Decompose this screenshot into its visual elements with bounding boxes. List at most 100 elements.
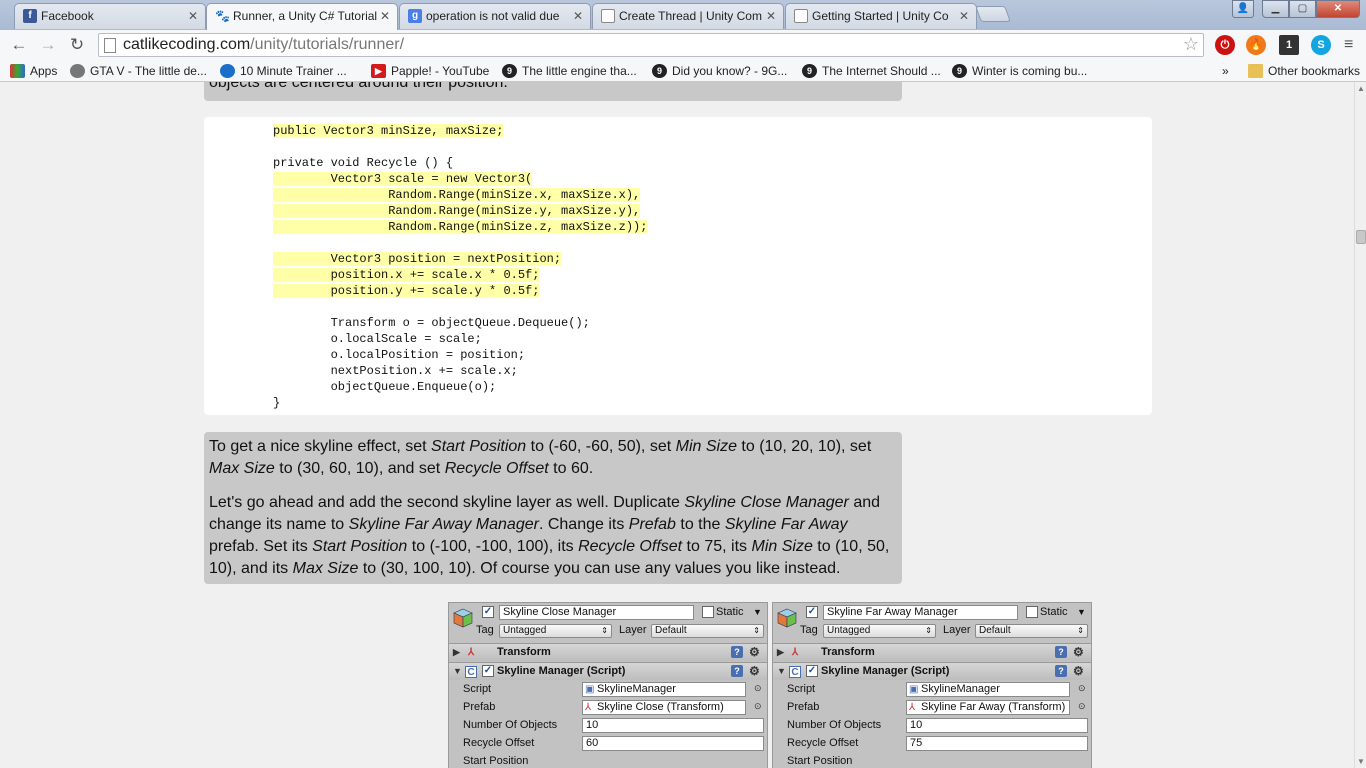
help-icon[interactable]: ? xyxy=(1055,665,1067,677)
code-line: Vector3 scale = new Vector3( xyxy=(273,172,533,186)
active-checkbox[interactable]: ✓ xyxy=(806,606,818,618)
component-title: Skyline Manager (Script) xyxy=(821,665,950,677)
minimize-button[interactable]: ▁ xyxy=(1262,0,1289,18)
user-icon[interactable]: 👤 xyxy=(1232,0,1254,18)
prefab-field[interactable]: ⅄ Skyline Close (Transform) xyxy=(582,700,746,715)
tab-create-thread[interactable]: Create Thread | Unity Com ✕ xyxy=(592,3,784,29)
page-icon xyxy=(104,38,116,53)
bookmarks-overflow-button[interactable]: » xyxy=(1222,62,1229,80)
component-enabled-checkbox[interactable]: ✓ xyxy=(806,665,818,677)
help-icon[interactable]: ? xyxy=(731,646,743,658)
window-close-button[interactable]: ✕ xyxy=(1316,0,1360,18)
tag-label: Tag xyxy=(800,624,818,636)
new-tab-button[interactable] xyxy=(975,6,1011,22)
tab-getting-started[interactable]: Getting Started | Unity Co ✕ xyxy=(785,3,977,29)
page-icon xyxy=(601,9,615,23)
tab-label: Runner, a Unity C# Tutorial xyxy=(233,9,378,23)
object-name-field[interactable]: Skyline Close Manager xyxy=(499,605,694,620)
tag-dropdown[interactable]: Untagged ⇕ xyxy=(823,624,936,638)
bookmark-label: GTA V - The little de... xyxy=(90,64,207,78)
skype-icon[interactable]: S xyxy=(1311,35,1331,55)
term: Max Size xyxy=(209,460,275,477)
recycle-offset-field[interactable]: 75 xyxy=(906,736,1088,751)
tab-runner-tutorial[interactable]: 🐾 Runner, a Unity C# Tutorial ✕ xyxy=(206,3,398,30)
component-title: Transform xyxy=(497,646,551,658)
prefab-field[interactable]: ⅄ Skyline Far Away (Transform) xyxy=(906,700,1070,715)
gear-icon[interactable]: ⚙ xyxy=(1073,663,1084,680)
transform-component-header[interactable]: ▶ ⅄ Transform ? ⚙ xyxy=(449,643,767,661)
layer-dropdown[interactable]: Default ⇕ xyxy=(651,624,764,638)
bookmark-item[interactable]: 9 Winter is coming bu... xyxy=(952,62,1087,80)
bookmark-item[interactable]: 9 The little engine tha... xyxy=(502,62,637,80)
prefab-label: Prefab xyxy=(787,701,820,713)
number-of-objects-field[interactable]: 10 xyxy=(906,718,1088,733)
object-picker-icon[interactable]: ⊙ xyxy=(1078,683,1086,694)
gear-icon[interactable]: ⚙ xyxy=(749,644,760,661)
maximize-button[interactable]: ▢ xyxy=(1289,0,1316,18)
scroll-down-arrow-icon[interactable]: ▼ xyxy=(1357,757,1365,766)
bookmark-item[interactable]: ▶ Papple! - YouTube xyxy=(371,62,489,80)
bookmark-apps[interactable]: Apps xyxy=(10,62,57,80)
dropdown-value: Untagged xyxy=(827,625,871,636)
help-icon[interactable]: ? xyxy=(731,665,743,677)
help-icon[interactable]: ? xyxy=(1055,646,1067,658)
menu-icon[interactable]: ≡ xyxy=(1344,36,1360,54)
forward-button[interactable]: → xyxy=(37,34,59,56)
script-field[interactable]: ▣ SkylineManager xyxy=(582,682,746,697)
code-line: position.x += scale.x * 0.5f; xyxy=(273,268,540,282)
reload-button[interactable]: ↻ xyxy=(66,34,88,56)
bookmark-item[interactable]: GTA V - The little de... xyxy=(70,62,207,80)
script-field[interactable]: ▣ SkylineManager xyxy=(906,682,1070,697)
code-line: } xyxy=(273,396,281,410)
object-picker-icon[interactable]: ⊙ xyxy=(754,701,762,712)
scrollbar-thumb[interactable] xyxy=(1356,230,1366,244)
close-icon[interactable]: ✕ xyxy=(188,4,198,28)
chevron-updown-icon: ⇕ xyxy=(1077,626,1084,635)
static-checkbox[interactable] xyxy=(702,606,714,618)
close-icon[interactable]: ✕ xyxy=(380,4,390,28)
code-line: objectQueue.Enqueue(o); xyxy=(273,380,497,394)
note-text: objects are centered around their positi… xyxy=(209,82,508,91)
object-picker-icon[interactable]: ⊙ xyxy=(1078,701,1086,712)
scroll-up-arrow-icon[interactable]: ▲ xyxy=(1357,84,1365,93)
tab-facebook[interactable]: f Facebook ✕ xyxy=(14,3,206,29)
vertical-scrollbar[interactable]: ▲ ▼ xyxy=(1354,82,1366,768)
close-icon[interactable]: ✕ xyxy=(766,4,776,28)
static-dropdown-arrow-icon[interactable]: ▼ xyxy=(753,605,762,619)
adblock-icon[interactable]: ⏻ xyxy=(1215,35,1235,55)
fire-extension-icon[interactable]: 🔥 xyxy=(1246,35,1266,55)
bookmark-item[interactable]: 9 The Internet Should ... xyxy=(802,62,941,80)
script-component-header[interactable]: ▼ C ✓ Skyline Manager (Script) ? ⚙ xyxy=(773,662,1091,680)
bookmark-item[interactable]: 9 Did you know? - 9G... xyxy=(652,62,787,80)
close-icon[interactable]: ✕ xyxy=(959,4,969,28)
static-dropdown-arrow-icon[interactable]: ▼ xyxy=(1077,605,1086,619)
number-of-objects-label: Number Of Objects xyxy=(787,719,882,731)
tag-dropdown[interactable]: Untagged ⇕ xyxy=(499,624,612,638)
note-box-instructions: To get a nice skyline effect, set Start … xyxy=(204,432,902,584)
bookmark-item[interactable]: 10 Minute Trainer ... xyxy=(220,62,347,80)
address-bar[interactable]: catlikecoding.com/unity/tutorials/runner… xyxy=(98,33,1204,57)
component-enabled-checkbox[interactable]: ✓ xyxy=(482,665,494,677)
static-checkbox[interactable] xyxy=(1026,606,1038,618)
notification-extension-icon[interactable]: 1 xyxy=(1279,35,1299,55)
transform-component-header[interactable]: ▶ ⅄ Transform ? ⚙ xyxy=(773,643,1091,661)
address-url: catlikecoding.com/unity/tutorials/runner… xyxy=(123,36,404,54)
close-icon[interactable]: ✕ xyxy=(573,4,583,28)
script-component-header[interactable]: ▼ C ✓ Skyline Manager (Script) ? ⚙ xyxy=(449,662,767,680)
recycle-offset-field[interactable]: 60 xyxy=(582,736,764,751)
object-picker-icon[interactable]: ⊙ xyxy=(754,683,762,694)
gear-icon[interactable]: ⚙ xyxy=(749,663,760,680)
number-of-objects-field[interactable]: 10 xyxy=(582,718,764,733)
layer-dropdown[interactable]: Default ⇕ xyxy=(975,624,1088,638)
bookmark-label: 10 Minute Trainer ... xyxy=(240,64,347,78)
text: To get a nice skyline effect, set xyxy=(209,438,432,455)
other-bookmarks-folder[interactable]: Other bookmarks xyxy=(1248,62,1360,80)
tab-google-search[interactable]: g operation is not valid due ✕ xyxy=(399,3,591,29)
active-checkbox[interactable]: ✓ xyxy=(482,606,494,618)
script-label: Script xyxy=(463,683,492,695)
object-name-field[interactable]: Skyline Far Away Manager xyxy=(823,605,1018,620)
gear-icon[interactable]: ⚙ xyxy=(1073,644,1084,661)
bookmark-star-icon[interactable]: ☆ xyxy=(1183,34,1199,55)
back-button[interactable]: ← xyxy=(8,34,30,56)
bookmark-label: Did you know? - 9G... xyxy=(672,64,788,78)
